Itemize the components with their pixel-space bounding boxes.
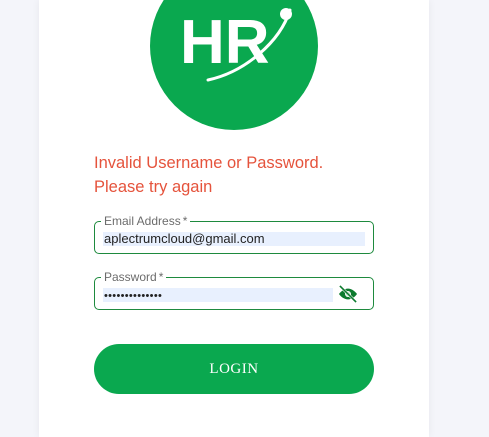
email-input-value[interactable]: aplectrumcloud@gmail.com [104,232,265,246]
error-line-1: Invalid Username or Password. [94,154,324,172]
email-field[interactable]: Email Address * aplectrumcloud@gmail.com [94,214,374,254]
svg-text:HR: HR [180,8,270,77]
eye-off-icon[interactable] [337,284,359,304]
login-button[interactable]: LOGIN [94,344,374,394]
hr-logo: HR [150,0,318,130]
email-field-label: Email Address * [101,214,191,228]
password-field-label: Password * [101,270,167,284]
error-line-2: Please try again [94,178,213,196]
login-error-message: Invalid Username or Password. Please try… [94,151,394,199]
password-input-value[interactable]: •••••••••••••• [104,289,162,303]
password-field[interactable]: Password * •••••••••••••• [94,270,374,310]
